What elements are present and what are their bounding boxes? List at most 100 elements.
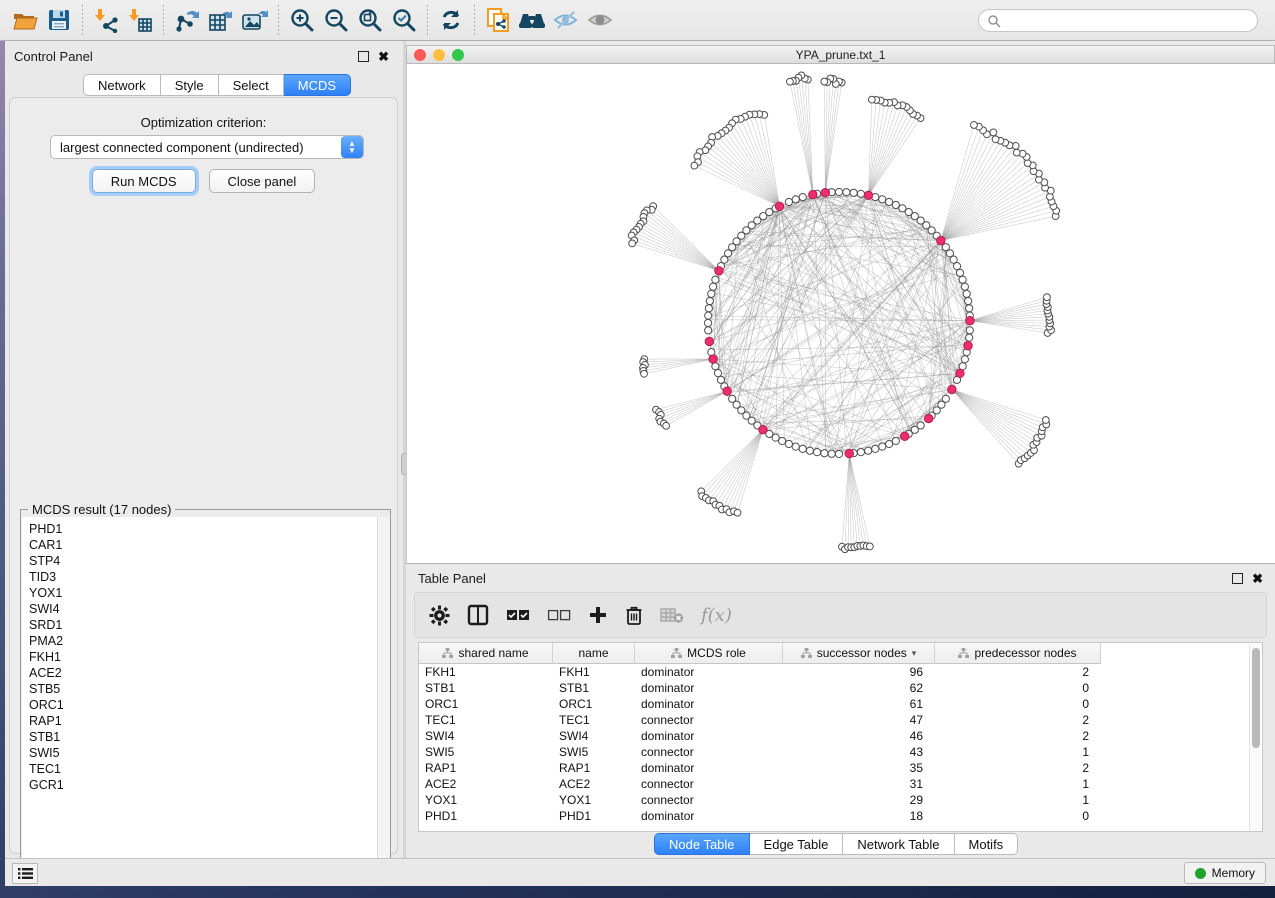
graph-node[interactable] [857,449,864,456]
table-row[interactable]: SWI4SWI4dominator462 [419,728,1239,744]
graph-node[interactable] [866,543,873,550]
column-view-button[interactable] [467,600,489,630]
delete-table-button[interactable] [660,600,684,630]
graph-hub-node[interactable] [715,267,723,275]
graph-node[interactable] [857,190,864,197]
table-row[interactable]: RAP1RAP1dominator352 [419,760,1239,776]
graph-node[interactable] [865,447,872,454]
graph-node[interactable] [886,440,893,447]
graph-node[interactable] [705,312,712,319]
float-panel-icon[interactable] [358,51,369,62]
graph-node[interactable] [806,447,813,454]
tab-node-table[interactable]: Node Table [654,833,750,855]
graph-node[interactable] [799,194,806,201]
graph-node[interactable] [785,440,792,447]
search-field[interactable] [978,9,1258,32]
list-item[interactable]: SWI5 [29,745,390,761]
graph-hub-node[interactable] [709,355,717,363]
graph-node[interactable] [706,297,713,304]
graph-hub-node[interactable] [759,425,767,433]
close-panel-icon[interactable]: ✖ [378,50,389,63]
tab-edge-table[interactable]: Edge Table [750,833,844,855]
graph-node[interactable] [691,162,698,169]
list-item[interactable]: SRD1 [29,617,390,633]
graph-node[interactable] [942,244,949,251]
graph-node[interactable] [879,443,886,450]
list-scrollbar[interactable] [377,517,390,880]
graph-node[interactable] [942,395,949,402]
graph-hub-node[interactable] [821,189,829,197]
graph-node[interactable] [1013,149,1020,156]
graph-node[interactable] [879,196,886,203]
column-header-name[interactable]: name [553,643,635,664]
graph-node[interactable] [965,297,972,304]
float-panel-icon[interactable] [1232,573,1243,584]
column-header-predecessor-nodes[interactable]: predecessor nodes [935,643,1101,664]
graph-node[interactable] [892,201,899,208]
table-row[interactable]: STB1STB1dominator620 [419,680,1239,696]
column-header-shared-name[interactable]: shared name [419,643,553,664]
table-row[interactable]: SWI5SWI5connector431 [419,744,1239,760]
graph-hub-node[interactable] [705,337,713,345]
graph-node[interactable] [959,276,966,283]
graph-node[interactable] [971,122,978,129]
export-image-button[interactable] [238,4,272,36]
zoom-fit-button[interactable] [353,4,387,36]
graph-hub-node[interactable] [964,342,972,350]
table-row[interactable]: PHD1PHD1dominator180 [419,808,1239,824]
graph-node[interactable] [787,78,794,85]
graph-node[interactable] [813,449,820,456]
list-item[interactable]: SWI4 [29,601,390,617]
list-item[interactable]: CAR1 [29,537,390,553]
list-item[interactable]: PMA2 [29,633,390,649]
table-settings-button[interactable] [429,600,450,630]
graph-hub-node[interactable] [845,449,853,457]
table-row[interactable]: TEC1TEC1connector472 [419,712,1239,728]
graph-node[interactable] [708,290,715,297]
show-all-button[interactable] [583,4,617,36]
hide-selected-button[interactable] [549,4,583,36]
graph-node[interactable] [663,422,670,429]
graph-hub-node[interactable] [956,369,964,377]
delete-column-button[interactable] [625,600,643,630]
graph-node[interactable] [828,450,835,457]
graph-node[interactable] [835,450,842,457]
zoom-selected-button[interactable] [387,4,421,36]
list-item[interactable]: STP4 [29,553,390,569]
refresh-button[interactable] [434,4,468,36]
network-graph[interactable] [407,64,1275,563]
graph-node[interactable] [835,188,842,195]
graph-node[interactable] [792,443,799,450]
list-item[interactable]: RAP1 [29,713,390,729]
list-item[interactable]: TID3 [29,569,390,585]
graph-node[interactable] [992,136,999,143]
list-item[interactable]: ORC1 [29,697,390,713]
graph-node[interactable] [629,240,636,247]
graph-node[interactable] [843,189,850,196]
graph-node[interactable] [710,283,717,290]
graph-node[interactable] [1042,417,1049,424]
graph-node[interactable] [1044,294,1051,301]
graph-node[interactable] [641,370,648,377]
graph-hub-node[interactable] [723,387,731,395]
tab-style[interactable]: Style [161,74,219,96]
memory-button[interactable]: Memory [1184,862,1266,884]
search-input[interactable] [1001,14,1257,28]
graph-hub-node[interactable] [900,432,908,440]
graph-node[interactable] [705,327,712,334]
table-row[interactable]: ACE2ACE2connector311 [419,776,1239,792]
graph-node[interactable] [966,305,973,312]
tab-network-table[interactable]: Network Table [843,833,954,855]
graph-node[interactable] [966,334,973,341]
graph-node[interactable] [704,319,711,326]
graph-node[interactable] [785,198,792,205]
graph-node[interactable] [868,96,875,103]
graph-node[interactable] [872,445,879,452]
list-item[interactable]: FKH1 [29,649,390,665]
graph-node[interactable] [917,422,924,429]
list-item[interactable]: TEC1 [29,761,390,777]
graph-hub-node[interactable] [966,317,974,325]
graph-hub-node[interactable] [937,236,945,244]
list-item[interactable]: STB5 [29,681,390,697]
node-table[interactable]: shared namenameMCDS rolesuccessor nodes▾… [418,642,1263,832]
